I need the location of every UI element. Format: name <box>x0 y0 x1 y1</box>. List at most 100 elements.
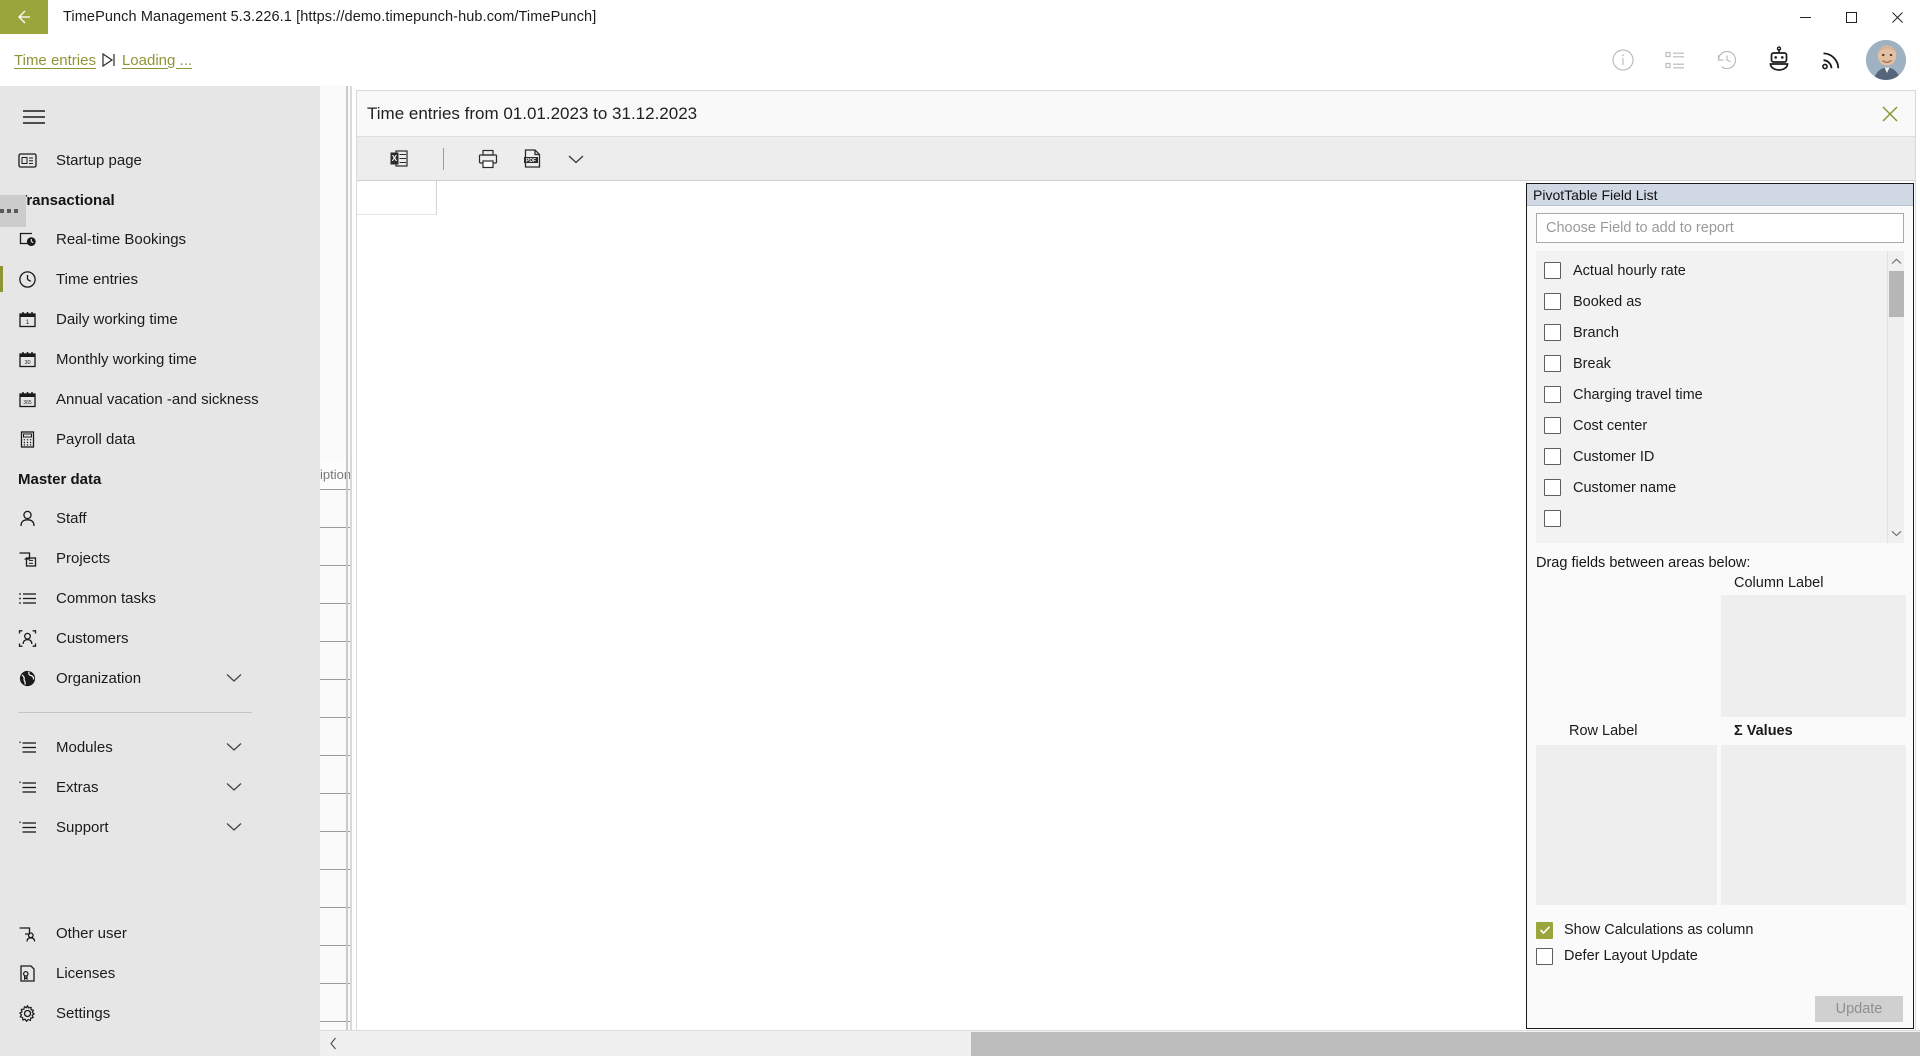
field-list[interactable]: Actual hourly rate Booked as Branch Brea… <box>1536 251 1887 543</box>
sidebar-item-startup-page[interactable]: Startup page <box>0 140 320 180</box>
sidebar-item-modules[interactable]: Modules <box>0 727 320 767</box>
field-search-input[interactable] <box>1537 214 1903 242</box>
svg-text:PDF: PDF <box>526 158 536 164</box>
maximize-button[interactable] <box>1828 0 1874 34</box>
field-list-item[interactable]: Customer ID <box>1536 441 1887 472</box>
pivot-options: Show Calculations as column Defer Layout… <box>1536 917 1904 969</box>
export-pdf-button[interactable]: PDF <box>510 141 554 177</box>
field-list-item[interactable]: Booked as <box>1536 286 1887 317</box>
user-avatar[interactable] <box>1866 40 1906 80</box>
list-icon <box>18 589 48 608</box>
customers-icon <box>18 629 48 648</box>
other-user-icon <box>18 924 48 943</box>
sidebar-item-organization[interactable]: Organization <box>0 658 320 698</box>
field-list-item[interactable]: Cost center <box>1536 410 1887 441</box>
robot-assistant-button[interactable] <box>1762 43 1796 77</box>
report-toolbar: X PDF <box>357 137 1915 181</box>
svg-text:1: 1 <box>26 320 30 326</box>
export-dropdown-button[interactable] <box>554 141 598 177</box>
realtime-bookings-icon <box>18 230 48 249</box>
field-list-item[interactable]: Customer name <box>1536 472 1887 503</box>
hamburger-menu-button[interactable] <box>10 94 58 140</box>
field-checkbox[interactable] <box>1544 355 1561 372</box>
row-label-area[interactable] <box>1536 745 1717 905</box>
field-label: Branch <box>1573 324 1619 341</box>
defer-layout-update-checkbox[interactable] <box>1536 947 1553 965</box>
show-calculations-as-column-checkbox[interactable] <box>1536 921 1553 939</box>
print-button[interactable] <box>466 141 510 177</box>
field-list-item[interactable]: Branch <box>1536 317 1887 348</box>
sidebar-item-label: Startup page <box>56 151 142 169</box>
sidebar-item-settings[interactable]: Settings <box>0 993 320 1033</box>
field-checkbox[interactable] <box>1544 386 1561 403</box>
sidebar-item-support[interactable]: Support <box>0 807 320 847</box>
back-arrow-icon <box>18 10 30 24</box>
field-checkbox[interactable] <box>1544 479 1561 496</box>
svg-text:X: X <box>391 154 397 163</box>
column-label-area[interactable] <box>1721 595 1906 717</box>
history-button[interactable] <box>1710 43 1744 77</box>
close-report-button[interactable] <box>1873 97 1907 131</box>
sidebar-item-daily-working-time[interactable]: 1 Daily working time <box>0 299 320 339</box>
sidebar-item-projects[interactable]: Projects <box>0 538 320 578</box>
field-list-scrollbar[interactable] <box>1887 251 1904 543</box>
horizontal-scroll-track[interactable] <box>346 1030 1920 1056</box>
pivot-corner-cell[interactable] <box>357 181 437 215</box>
sidebar-item-label: Modules <box>56 738 113 756</box>
sidebar-item-annual-vacation-and-sickness[interactable]: 365 Annual vacation -and sickness <box>0 379 320 419</box>
minimize-icon <box>1799 16 1811 18</box>
rss-feed-button[interactable] <box>1814 43 1848 77</box>
field-label: Customer name <box>1573 479 1677 496</box>
scroll-up-button[interactable] <box>1888 253 1904 269</box>
show-calculations-as-column-label: Show Calculations as column <box>1564 922 1754 938</box>
sidebar-item-staff[interactable]: Staff <box>0 498 320 538</box>
field-list-item[interactable]: Actual hourly rate <box>1536 255 1887 286</box>
task-list-button[interactable] <box>1658 43 1692 77</box>
field-checkbox[interactable] <box>1544 324 1561 341</box>
field-list-item[interactable] <box>1536 503 1887 534</box>
field-checkbox[interactable] <box>1544 448 1561 465</box>
breadcrumb-loading[interactable]: Loading ... <box>122 52 192 69</box>
sidebar-item-licenses[interactable]: Licenses <box>0 953 320 993</box>
back-button[interactable] <box>0 0 48 34</box>
sidebar-item-common-tasks[interactable]: Common tasks <box>0 578 320 618</box>
sidebar-item-label: Settings <box>56 1004 111 1022</box>
support-icon <box>18 818 48 837</box>
field-checkbox[interactable] <box>1544 417 1561 434</box>
update-button[interactable]: Update <box>1815 996 1903 1022</box>
field-list-item[interactable]: Break <box>1536 348 1887 379</box>
sidebar-item-real-time-bookings[interactable]: Real-time Bookings <box>0 219 320 259</box>
field-checkbox[interactable] <box>1544 293 1561 310</box>
defer-layout-update-row[interactable]: Defer Layout Update <box>1536 943 1904 969</box>
field-list-scroll-thumb[interactable] <box>1889 271 1904 317</box>
sidebar-item-payroll-data[interactable]: Payroll data <box>0 419 320 459</box>
sidebar-item-extras[interactable]: Extras <box>0 767 320 807</box>
horizontal-scrollbar[interactable] <box>320 1030 1920 1056</box>
sidebar-item-other-user[interactable]: Other user <box>0 913 320 953</box>
field-checkbox[interactable] <box>1544 262 1561 279</box>
calendar-year-icon: 365 <box>18 390 48 409</box>
field-label: Charging travel time <box>1573 386 1703 403</box>
scroll-left-button[interactable] <box>320 1031 346 1056</box>
show-calculations-as-column-row[interactable]: Show Calculations as column <box>1536 917 1904 943</box>
header-action-icons <box>1606 34 1906 86</box>
field-list-item[interactable]: Charging travel time <box>1536 379 1887 410</box>
sidebar-item-label: Staff <box>56 509 87 527</box>
breadcrumb-time-entries[interactable]: Time entries <box>14 52 96 69</box>
field-search-box[interactable] <box>1536 213 1904 243</box>
values-area[interactable] <box>1721 745 1906 905</box>
sidebar-item-time-entries[interactable]: Time entries <box>0 259 320 299</box>
export-excel-button[interactable]: X <box>377 141 421 177</box>
scroll-down-button[interactable] <box>1888 525 1904 541</box>
minimize-button[interactable] <box>1782 0 1828 34</box>
field-checkbox[interactable] <box>1544 510 1561 527</box>
sidebar-navigation: Startup page Transactional Real-time Boo… <box>0 86 320 1056</box>
info-button[interactable] <box>1606 43 1640 77</box>
horizontal-scroll-thumb[interactable] <box>971 1031 1920 1056</box>
close-window-button[interactable] <box>1874 0 1920 34</box>
sidebar-item-customers[interactable]: Customers <box>0 618 320 658</box>
sidebar-item-monthly-working-time[interactable]: 30 Monthly working time <box>0 339 320 379</box>
chevron-left-icon <box>329 1037 336 1050</box>
grid-overflow-button[interactable] <box>0 195 26 227</box>
